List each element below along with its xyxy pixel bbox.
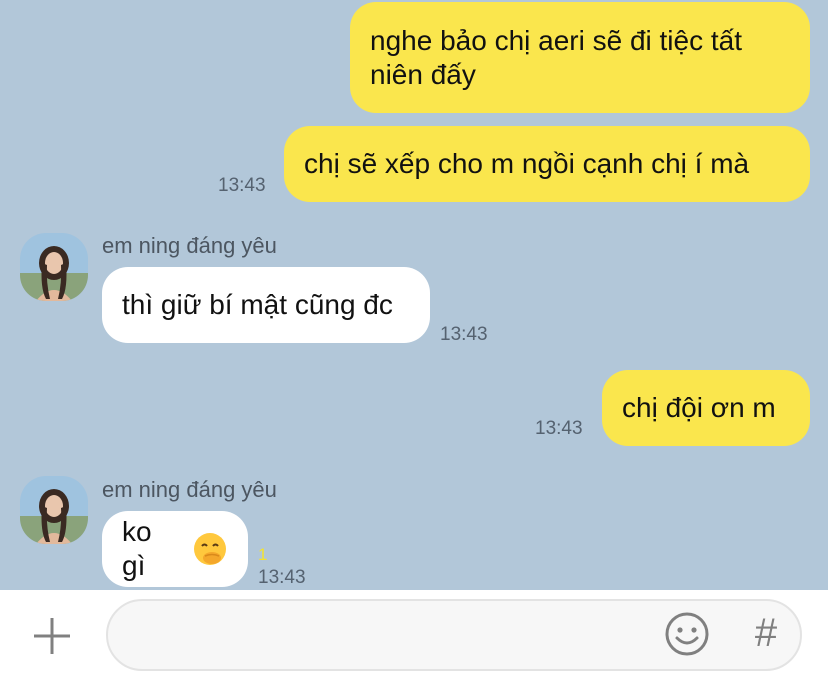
message-input[interactable] [132, 617, 656, 655]
message-text: thì giữ bí mật cũng đc [122, 289, 393, 320]
avatar[interactable] [20, 233, 88, 301]
message-bubble-theirs[interactable]: ko gì [102, 511, 248, 587]
message-time: 13:43 [535, 418, 583, 439]
message-time: 13:43 [218, 175, 266, 196]
avatar-photo [20, 233, 88, 301]
avatar-photo [20, 476, 88, 544]
face-with-hand-over-mouth-icon [192, 531, 228, 567]
message-text: nghe bảo chị aeri sẽ đi tiệc tất niên đấ… [370, 24, 743, 90]
sender-name: em ning đáng yêu [102, 477, 277, 502]
message-text: chị đội ơn m [622, 392, 776, 423]
sender-name: em ning đáng yêu [102, 233, 277, 258]
message-bubble-mine[interactable]: nghe bảo chị aeri sẽ đi tiệc tất niên đấ… [350, 2, 810, 113]
message-bubble-theirs[interactable]: thì giữ bí mật cũng đc [102, 267, 430, 343]
smiley-icon[interactable] [664, 611, 710, 657]
message-time: 13:43 [258, 567, 306, 588]
message-bubble-mine[interactable]: chị sẽ xếp cho m ngồi cạnh chị í mà [284, 126, 810, 202]
chat-area: nghe bảo chị aeri sẽ đi tiệc tất niên đấ… [0, 0, 828, 590]
message-time: 13:43 [440, 324, 488, 345]
avatar[interactable] [20, 476, 88, 544]
unread-count: 1 [258, 545, 268, 564]
message-text: chị sẽ xếp cho m ngồi cạnh chị í mà [304, 148, 750, 179]
message-text: ko gì [122, 516, 152, 581]
message-bubble-mine[interactable]: chị đội ơn m [602, 370, 810, 446]
plus-icon[interactable] [30, 614, 74, 658]
hashtag-button[interactable]: # [744, 608, 788, 658]
